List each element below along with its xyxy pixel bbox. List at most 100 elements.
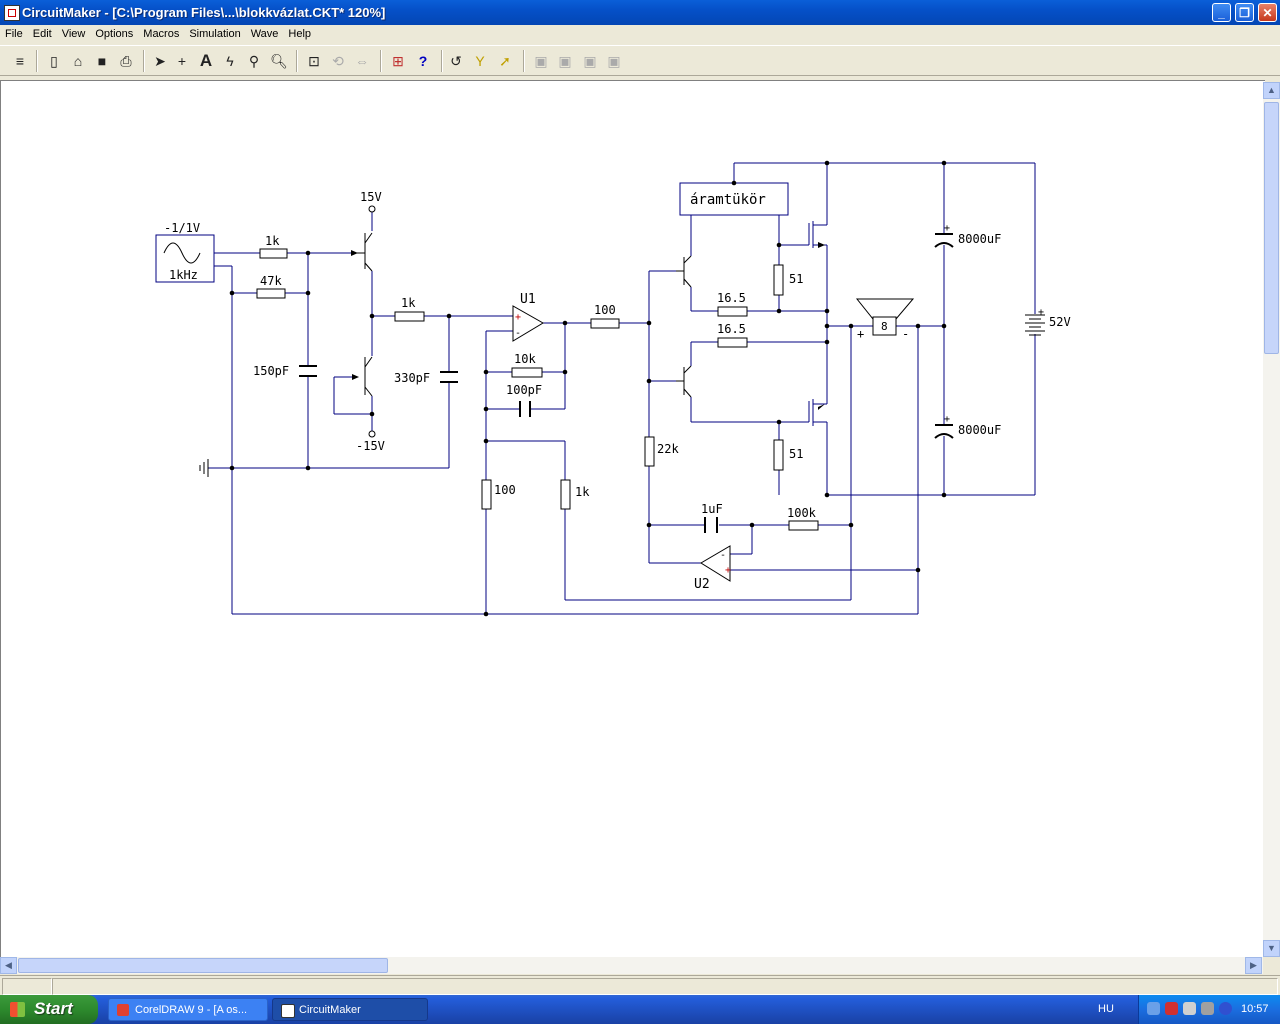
volume-icon[interactable] [1183,1002,1196,1015]
menu-simulation[interactable]: Simulation [184,25,245,40]
scroll-right-icon[interactable]: ▶ [1245,957,1262,974]
r-47k-label: 47k [260,274,282,288]
c-330pf-label: 330pF [394,371,430,385]
circuitmaker-task-icon [281,1004,295,1018]
disabled-tool-4-icon[interactable]: ▣ [604,52,624,70]
svg-text:+: + [1038,307,1044,318]
battery-voltage-label: 52V [1049,315,1071,329]
windows-logo-icon [10,1002,25,1017]
zoom-fit-icon[interactable]: ⊡ [304,52,324,70]
netlist-icon[interactable]: ⊞ [388,52,408,70]
source-amplitude-label: -1/1V [164,221,200,235]
run-icon[interactable]: ➚ [495,52,515,70]
menu-edit[interactable]: Edit [28,25,57,40]
horizontal-scrollbar[interactable]: ◀ ▶ [0,957,1263,974]
security-shield-icon[interactable] [1165,1002,1178,1015]
start-button[interactable]: Start [0,995,98,1024]
u2-label: U2 [694,577,710,592]
c-8000-bottom-label: 8000uF [958,423,1001,437]
r-input-label: 1k [265,234,280,248]
r-100-left-label: 100 [494,483,516,497]
circuitmaker-app-icon[interactable] [4,5,20,21]
close-button[interactable]: ✕ [1258,3,1277,22]
svg-text:+: + [944,414,950,425]
text-tool-icon[interactable]: A [196,52,216,70]
scroll-down-icon[interactable]: ▼ [1263,940,1280,957]
menu-macros[interactable]: Macros [138,25,184,40]
source-frequency-label: 1kHz [169,268,198,282]
horizontal-scroll-thumb[interactable] [18,958,388,973]
delete-tool-icon[interactable]: ⚲ [244,52,264,70]
menu-wave[interactable]: Wave [246,25,284,40]
clock[interactable]: 10:57 [1241,1003,1269,1015]
scroll-left-icon[interactable]: ◀ [0,957,17,974]
network-icon[interactable] [1147,1002,1160,1015]
svg-text:-: - [515,328,521,339]
status-cell-1 [2,978,52,995]
svg-text:+: + [725,565,731,576]
minimize-button[interactable]: _ [1212,3,1231,22]
c-150pf-label: 150pF [253,364,289,378]
wire-tool-icon[interactable]: + [172,52,192,70]
task-circuitmaker[interactable]: CircuitMaker [272,998,428,1021]
device-icon[interactable] [1201,1002,1214,1015]
zoom-tool-icon[interactable]: 🔍︎ [269,52,289,70]
arrow-tool-icon[interactable]: ➤ [150,52,170,70]
c-8000-top-label: 8000uF [958,232,1001,246]
vertical-scrollbar[interactable]: ▲ ▼ [1263,82,1280,957]
speaker-impedance-label: 8 [881,320,888,333]
svg-text:+: + [515,312,521,323]
r-1k-mid-label: 1k [401,296,416,310]
svg-text:+: + [857,327,864,341]
c-1uf-label: 1uF [701,502,723,516]
restore-button[interactable]: ❐ [1235,3,1254,22]
task-coreldraw[interactable]: CorelDRAW 9 - [A os... [108,998,268,1021]
r-100k-label: 100k [787,506,817,520]
step-icon[interactable]: Y [470,52,490,70]
status-bar [0,975,1280,996]
taskbar: Start CorelDRAW 9 - [A os... CircuitMake… [0,995,1280,1024]
r-100-top-label: 100 [594,303,616,317]
bluetooth-icon[interactable] [1219,1002,1232,1015]
menu-options[interactable]: Options [90,25,138,40]
window-title: CircuitMaker - [C:\Program Files\...\blo… [22,5,386,20]
reset-icon[interactable]: ↺ [446,52,466,70]
new-file-icon[interactable]: ▯ [44,52,64,70]
r-22k-label: 22k [657,442,679,456]
disabled-tool-2-icon[interactable]: ▣ [555,52,575,70]
c-100pf-label: 100pF [506,383,542,397]
menu-view[interactable]: View [57,25,91,40]
r-51-b-label: 51 [789,447,803,461]
print-icon[interactable]: ⎙ [116,52,136,70]
toolbar: ≡ ▯ ⌂ ■ ⎙ ➤ + A ϟ ⚲ 🔍︎ ⊡ ⟲ ⇔ ⊞ ? ↺ Y ➚ ▣… [0,45,1280,76]
svg-text:+: + [944,223,950,234]
menu-bar: File Edit View Options Macros Simulation Wave H… [0,25,1280,44]
current-mirror-label: áramtükör [690,192,766,208]
schematic-drawing[interactable]: + + - - + + + + - -1/1V 1kHz 1k 47k 150p… [1,81,1265,957]
help-icon[interactable]: ? [413,52,433,70]
disabled-tool-3-icon[interactable]: ▣ [580,52,600,70]
r-51-a-label: 51 [789,272,803,286]
disabled-tool-1-icon[interactable]: ▣ [531,52,551,70]
vminus-label: -15V [356,439,385,453]
svg-text:-: - [720,550,726,561]
title-bar: CircuitMaker - [C:\Program Files\...\blo… [0,0,1280,25]
r-10k-label: 10k [514,352,536,366]
schematic-canvas[interactable]: + + - - + + + + - -1/1V 1kHz 1k 47k 150p… [0,80,1265,957]
rotate-icon[interactable]: ⟲ [328,52,348,70]
vplus-label: 15V [360,190,382,204]
menu-file[interactable]: File [0,25,28,40]
system-tray: 10:57 [1138,995,1280,1024]
svg-text:-: - [902,327,909,341]
save-icon[interactable]: ■ [92,52,112,70]
parts-library-icon[interactable]: ≡ [10,52,30,70]
status-cell-2 [52,978,1278,995]
menu-help[interactable]: Help [283,25,316,40]
probe-tool-icon[interactable]: ϟ [220,52,240,70]
open-folder-icon[interactable]: ⌂ [68,52,88,70]
vertical-scroll-thumb[interactable] [1264,102,1279,354]
mirror-icon[interactable]: ⇔ [352,52,372,70]
coreldraw-icon [117,1004,129,1016]
scroll-up-icon[interactable]: ▲ [1263,82,1280,99]
language-indicator[interactable]: HU [1098,1003,1114,1015]
